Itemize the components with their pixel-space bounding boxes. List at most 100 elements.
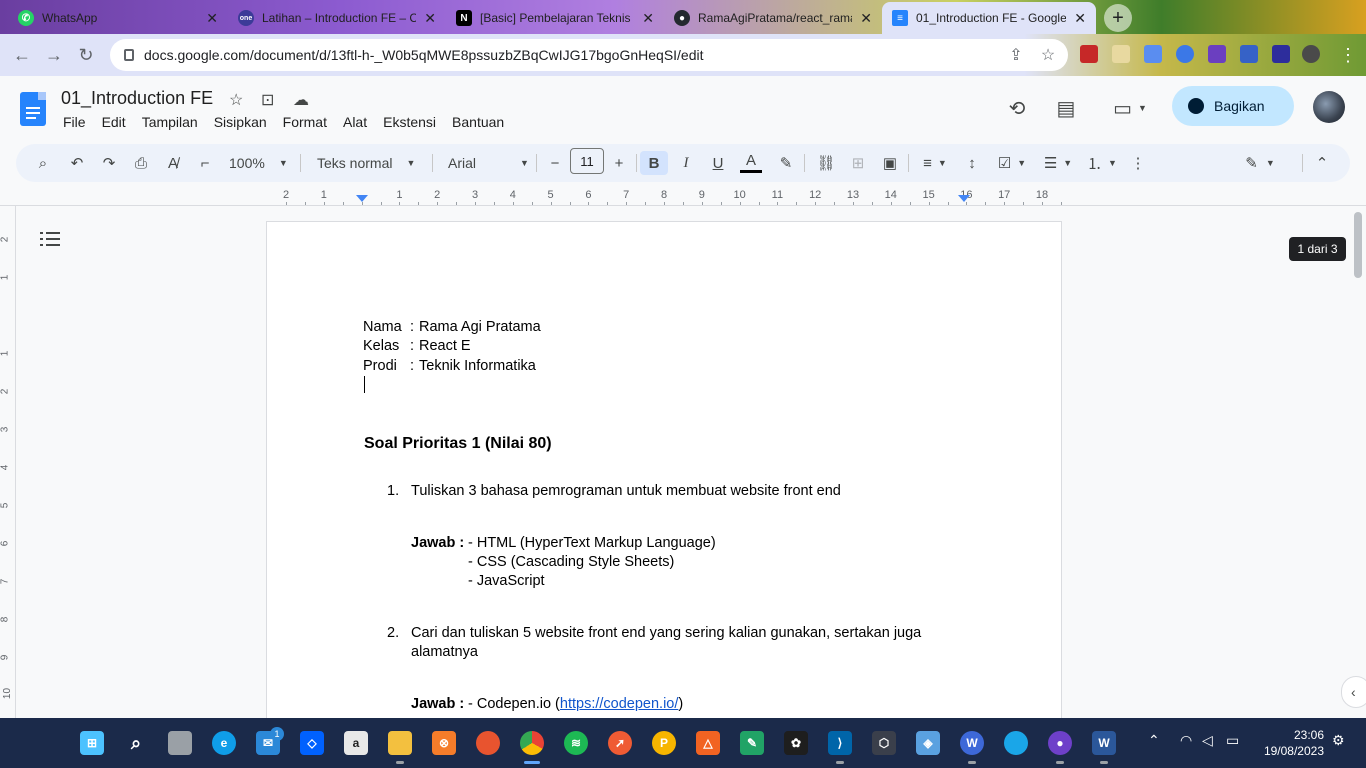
pinggy-icon[interactable]: P bbox=[652, 731, 676, 755]
share-button[interactable]: Bagikan bbox=[1172, 86, 1294, 126]
move-folder-icon[interactable]: ⊡ bbox=[261, 90, 274, 110]
version-history-icon[interactable]: ⟲ bbox=[1005, 96, 1029, 120]
print-icon[interactable]: ⎙ bbox=[130, 151, 152, 175]
meet-icon[interactable]: ▭ ▼ bbox=[1110, 96, 1150, 120]
tab-whatsapp[interactable]: ✆ WhatsApp ✕ bbox=[8, 2, 228, 34]
more-options-icon[interactable]: ⋮ bbox=[1128, 151, 1148, 175]
sourcetree-icon[interactable]: △ bbox=[696, 731, 720, 755]
close-icon[interactable]: ✕ bbox=[424, 10, 436, 27]
battery-icon[interactable]: ▭ bbox=[1226, 732, 1239, 749]
star-icon[interactable]: ☆ bbox=[229, 90, 243, 110]
edge-icon[interactable]: e bbox=[212, 731, 236, 755]
address-bar[interactable]: docs.google.com/document/d/13ftl-h-_W0b5… bbox=[110, 39, 1068, 71]
font-size-input[interactable]: 11 bbox=[570, 148, 604, 174]
share-page-icon[interactable]: ⇪ bbox=[1006, 45, 1026, 65]
decrease-font-size-icon[interactable]: − bbox=[546, 151, 564, 175]
underline-icon[interactable]: U bbox=[708, 151, 728, 175]
excel-like-icon[interactable]: ✎ bbox=[740, 731, 764, 755]
editing-mode-icon[interactable]: ✎ ▼ bbox=[1240, 151, 1280, 175]
forward-icon[interactable]: → bbox=[42, 43, 66, 67]
paragraph-style-select[interactable]: Teks normal ▼ bbox=[317, 151, 415, 175]
paint-icon[interactable] bbox=[1004, 731, 1028, 755]
cloud-status-icon[interactable]: ☁ bbox=[293, 90, 309, 110]
task-view-icon[interactable] bbox=[168, 731, 192, 755]
tab-notion[interactable]: N [Basic] Pembelajaran Teknis F ✕ bbox=[446, 2, 664, 34]
figma-icon[interactable]: ✿ bbox=[784, 731, 808, 755]
file-explorer-icon[interactable] bbox=[388, 731, 412, 764]
firefox-icon[interactable] bbox=[476, 731, 500, 755]
left-indent-marker[interactable] bbox=[356, 195, 368, 202]
close-icon[interactable]: ✕ bbox=[206, 10, 218, 27]
menu-help[interactable]: Bantuan bbox=[444, 114, 512, 130]
extension-copy-icon[interactable] bbox=[1144, 45, 1162, 63]
notification-icon[interactable]: ⚙ bbox=[1332, 732, 1345, 749]
menu-view[interactable]: Tampilan bbox=[134, 114, 206, 130]
side-panel-icon[interactable] bbox=[1272, 45, 1290, 63]
right-indent-marker[interactable] bbox=[958, 195, 970, 202]
volume-icon[interactable]: ◁ bbox=[1202, 732, 1213, 749]
insert-link-icon[interactable]: ⛓ bbox=[816, 151, 836, 175]
bookmark-star-icon[interactable]: ☆ bbox=[1038, 45, 1058, 65]
dropbox-icon[interactable]: ◇ bbox=[300, 731, 324, 755]
google-docs-logo-icon[interactable] bbox=[20, 92, 46, 126]
wps-icon[interactable]: W bbox=[960, 731, 984, 764]
zoom-select[interactable]: 100% ▼ bbox=[229, 151, 288, 175]
github-desktop-icon[interactable]: ● bbox=[1048, 731, 1072, 764]
extensions-puzzle-icon[interactable] bbox=[1208, 45, 1226, 63]
menu-format[interactable]: Format bbox=[275, 114, 335, 130]
new-tab-button[interactable]: + bbox=[1104, 4, 1132, 32]
bulleted-list-icon[interactable]: ☰ ▼ bbox=[1040, 151, 1076, 175]
amazon-icon[interactable]: a bbox=[344, 731, 368, 755]
close-icon[interactable]: ✕ bbox=[1074, 10, 1086, 27]
side-panel-toggle[interactable]: ‹ bbox=[1341, 676, 1366, 708]
chevron-up-icon[interactable]: ⌃ bbox=[1148, 732, 1160, 749]
virtualbox-icon[interactable]: ⬡ bbox=[872, 731, 896, 755]
close-icon[interactable]: ✕ bbox=[642, 10, 654, 27]
tab-google-docs[interactable]: ≡ 01_Introduction FE - Google ✕ bbox=[882, 2, 1096, 34]
xampp-icon[interactable]: ⊗ bbox=[432, 731, 456, 755]
wifi-icon[interactable]: ◠ bbox=[1180, 732, 1192, 749]
vertical-ruler[interactable]: 2 1 1 2 3 4 5 6 7 8 9 10 bbox=[0, 206, 16, 718]
document-title[interactable]: 01_Introduction FE bbox=[61, 88, 213, 109]
vscode-icon[interactable]: ⟩ bbox=[828, 731, 852, 764]
windows-start-icon[interactable]: ⊞ bbox=[80, 731, 104, 755]
download-icon[interactable] bbox=[1240, 45, 1258, 63]
redo-icon[interactable]: ↷ bbox=[98, 151, 120, 175]
extension-shield-icon[interactable] bbox=[1080, 45, 1098, 63]
vertical-scrollbar[interactable] bbox=[1354, 212, 1362, 278]
paint-format-icon[interactable]: ⌐ bbox=[194, 151, 216, 175]
menu-tools[interactable]: Alat bbox=[335, 114, 375, 130]
search-menus-icon[interactable]: ⌕ bbox=[32, 151, 54, 175]
checklist-icon[interactable]: ☑ ▼ bbox=[994, 151, 1030, 175]
avatar[interactable] bbox=[1313, 91, 1345, 123]
font-select[interactable]: Arial ▼ bbox=[448, 151, 529, 175]
increase-font-size-icon[interactable]: + bbox=[610, 151, 628, 175]
text-color-icon[interactable]: A bbox=[740, 151, 762, 173]
chrome-icon[interactable] bbox=[520, 731, 544, 764]
codepen-link[interactable]: https://codepen.io/ bbox=[560, 696, 679, 712]
postman-icon[interactable]: ➚ bbox=[608, 731, 632, 755]
extension-note-icon[interactable] bbox=[1112, 45, 1130, 63]
tab-latihan[interactable]: one Latihan – Introduction FE – C ✕ bbox=[228, 2, 446, 34]
comments-icon[interactable]: ▤ bbox=[1054, 96, 1078, 120]
back-icon[interactable]: ← bbox=[10, 43, 34, 67]
undo-icon[interactable]: ↶ bbox=[66, 151, 88, 175]
highlight-icon[interactable]: ✎ bbox=[776, 151, 796, 175]
spellcheck-icon[interactable]: A̸ bbox=[162, 151, 184, 175]
italic-icon[interactable]: I bbox=[676, 151, 696, 175]
numbered-list-icon[interactable]: ⒈ ▼ bbox=[1084, 151, 1120, 175]
document-page[interactable]: Nama : Rama Agi Pratama Kelas : React E … bbox=[266, 221, 1062, 718]
kebab-menu-icon[interactable]: ⋮ bbox=[1336, 43, 1360, 67]
chevron-up-icon[interactable]: ⌃ bbox=[1312, 151, 1332, 175]
tab-github[interactable]: ● RamaAgiPratama/react_rama ✕ bbox=[664, 2, 882, 34]
extension-pen-icon[interactable] bbox=[1176, 45, 1194, 63]
bold-icon[interactable]: B bbox=[640, 151, 668, 175]
menu-extensions[interactable]: Ekstensi bbox=[375, 114, 444, 130]
document-outline-icon[interactable] bbox=[40, 228, 62, 250]
line-spacing-icon[interactable]: ↕ bbox=[962, 151, 982, 175]
word-icon[interactable]: W bbox=[1092, 731, 1116, 764]
close-icon[interactable]: ✕ bbox=[860, 10, 872, 27]
menu-edit[interactable]: Edit bbox=[94, 114, 134, 130]
insert-image-icon[interactable]: ▣ bbox=[880, 151, 900, 175]
menu-insert[interactable]: Sisipkan bbox=[206, 114, 275, 130]
